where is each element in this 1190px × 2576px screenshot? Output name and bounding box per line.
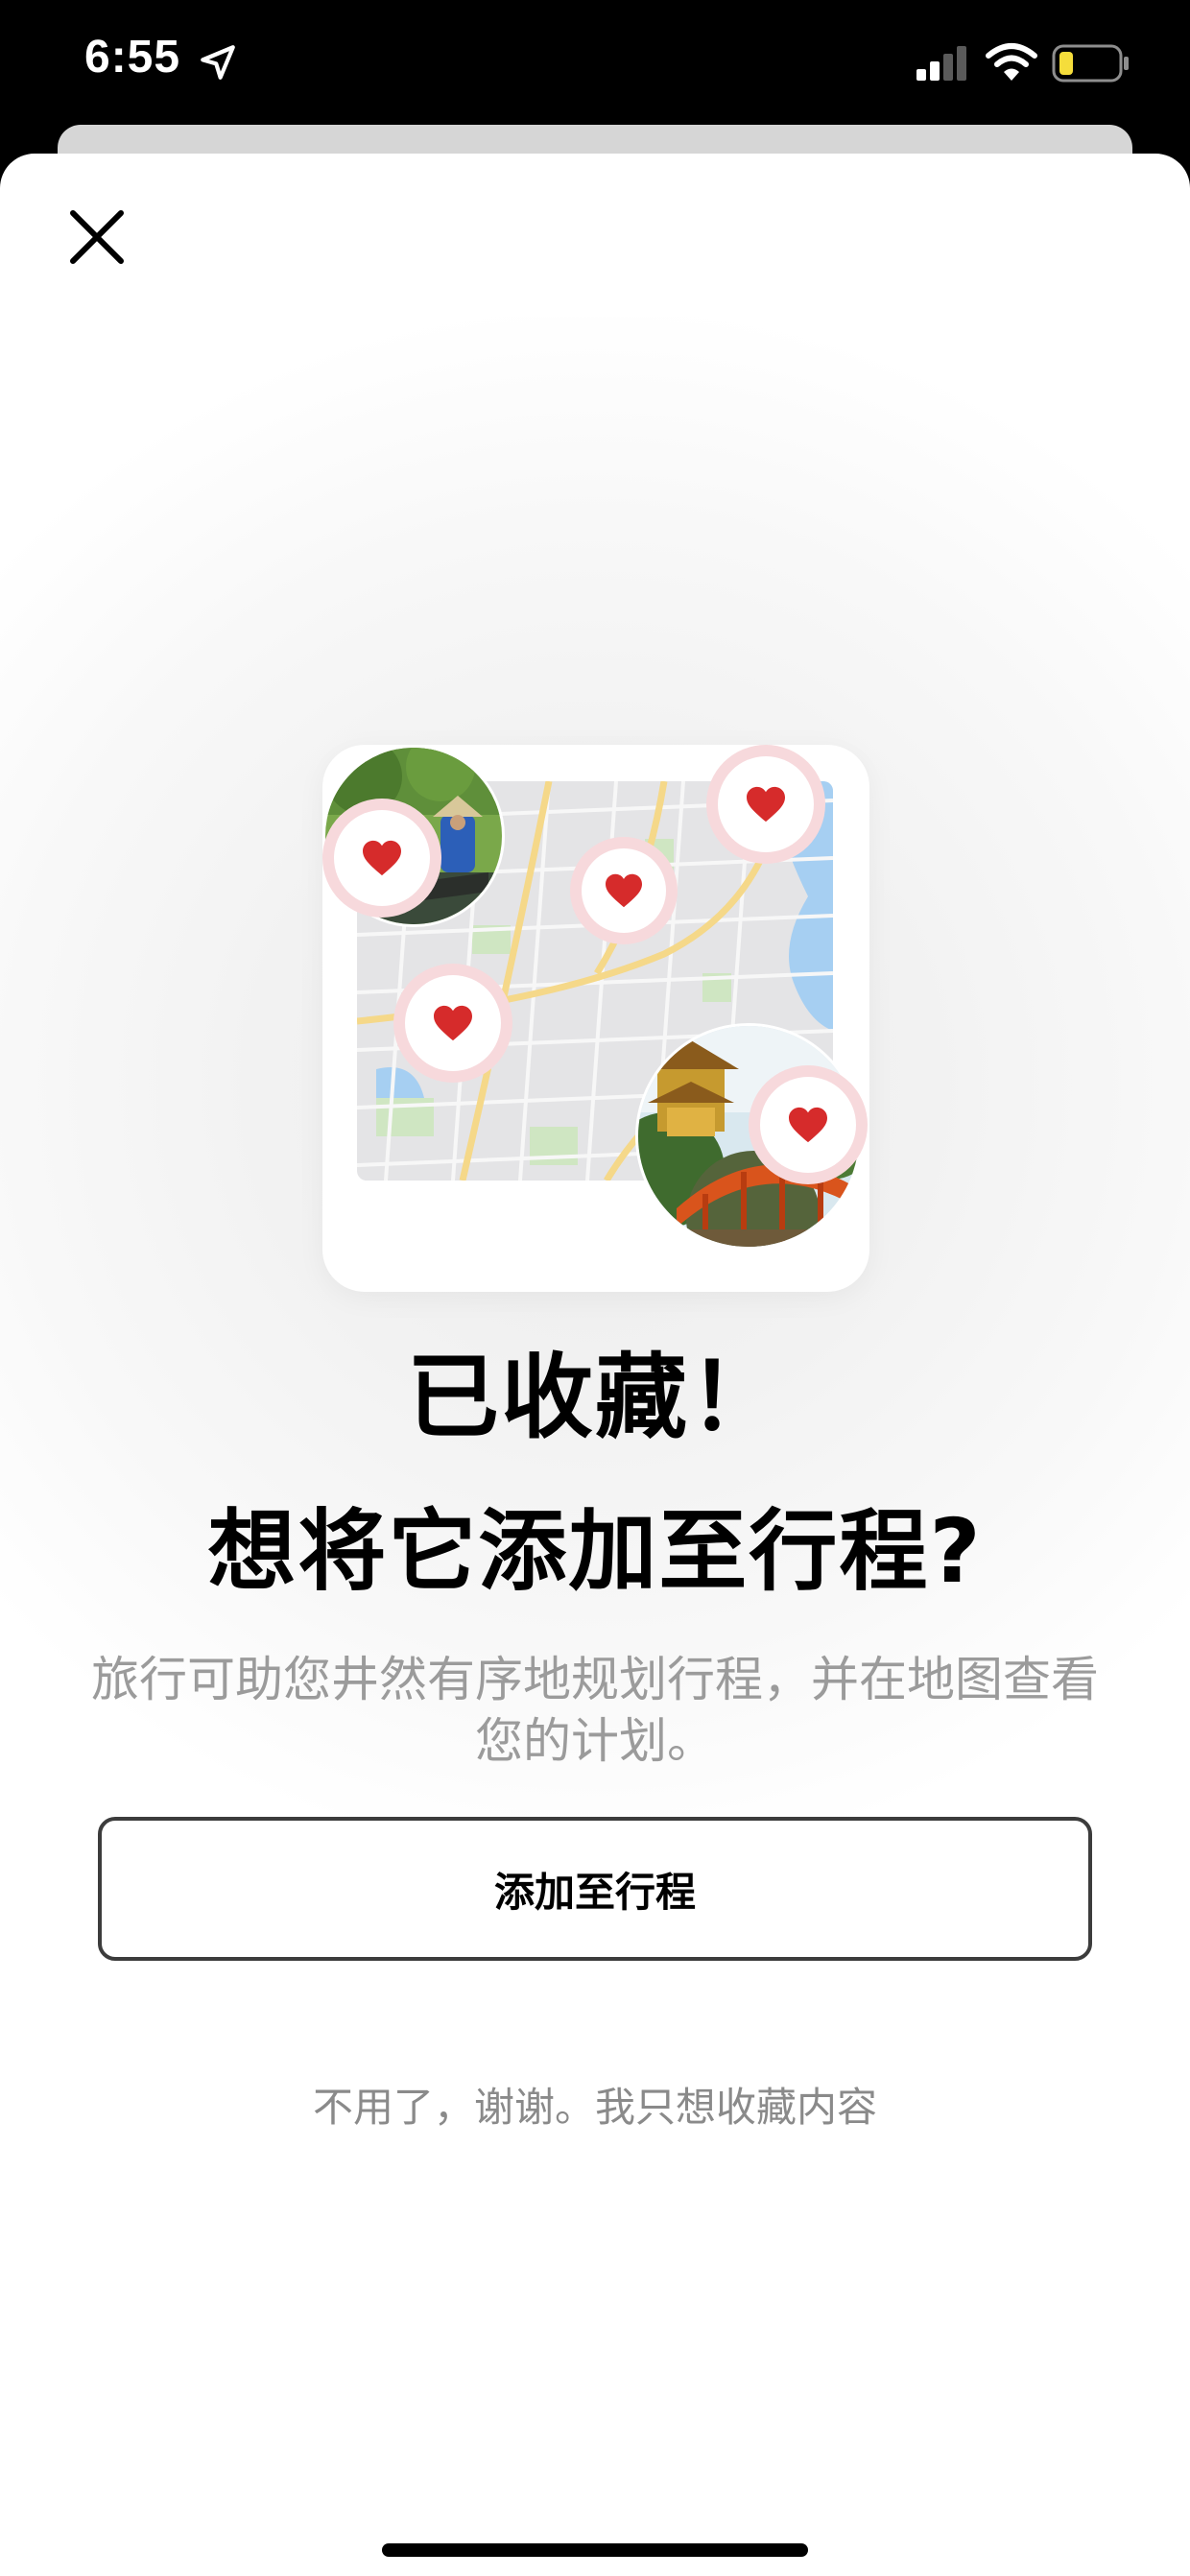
heart-pin [393,964,512,1083]
home-indicator [382,2543,808,2557]
heart-pin-icon [434,1005,472,1041]
no-thanks-save-only-link[interactable]: 不用了，谢谢。我只想收藏内容 [0,2075,1190,2134]
heart-pin [706,745,825,864]
battery-low-icon [1052,44,1129,83]
trip-illustration [322,745,869,1292]
heart-pin-icon [747,786,785,823]
heart-pin-icon [606,873,642,908]
close-button[interactable] [60,200,134,274]
saved-modal-sheet: 已收藏！ 想将它添加至行程? 旅行可助您井然有序地规划行程，并在地图查看您的计划… [0,154,1190,2576]
add-to-trip-button[interactable]: 添加至行程 [98,1817,1092,1961]
heart-pin [322,799,441,918]
location-arrow-icon [201,45,235,80]
close-icon [70,210,124,264]
trip-description: 旅行可助您井然有序地规划行程，并在地图查看您的计划。 [91,1652,1099,1769]
status-time: 6:55 [84,32,181,83]
heart-pin-icon [363,840,401,876]
status-bar: 6:55 [0,0,1190,134]
heart-pin [749,1065,868,1184]
saved-title: 已收藏！ [407,1344,783,1451]
add-to-trip-question: 想将它添加至行程? [207,1500,983,1603]
wifi-icon [986,43,1037,81]
heart-pin [570,837,678,944]
heart-pin-icon [789,1107,827,1143]
cellular-signal-icon [916,46,966,81]
